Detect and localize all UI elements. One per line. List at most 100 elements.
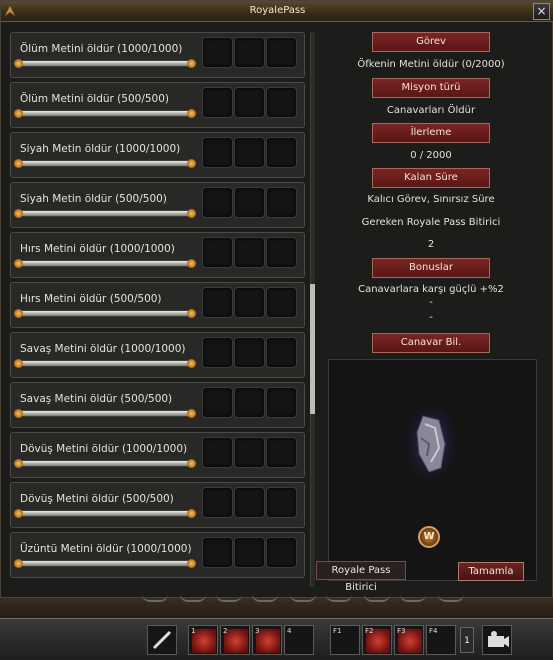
slot-key-3: 3 bbox=[255, 627, 260, 635]
w-emblem-icon[interactable]: W bbox=[418, 526, 440, 548]
reward-slot[interactable] bbox=[234, 137, 265, 168]
bonuslar-header: Bonuslar bbox=[372, 258, 490, 278]
reward-slot[interactable] bbox=[202, 387, 233, 418]
quest-progress-bar bbox=[14, 59, 196, 68]
reward-slot[interactable] bbox=[266, 487, 297, 518]
quickslot-3[interactable]: 3 bbox=[252, 625, 282, 655]
close-button[interactable]: × bbox=[533, 3, 550, 20]
progress-cap-icon bbox=[187, 59, 196, 68]
reward-slot[interactable] bbox=[234, 437, 265, 468]
progress-cap-icon bbox=[187, 209, 196, 218]
reward-slot[interactable] bbox=[234, 337, 265, 368]
quickslot-page-number[interactable]: 1 bbox=[460, 627, 474, 653]
royalepass-window: RoyalePass × Ölüm Metini öldür (1000/100… bbox=[0, 0, 553, 598]
reward-slot[interactable] bbox=[234, 487, 265, 518]
quest-item[interactable]: Üzüntü Metini öldür (1000/1000) bbox=[10, 532, 305, 578]
bonus-2: - bbox=[429, 297, 433, 308]
quest-progress-bar bbox=[14, 359, 196, 368]
taskbar: 1 2 3 4 F1 F2 F3 F4 1 bbox=[0, 618, 553, 660]
camera-icon bbox=[488, 631, 509, 647]
slot-key-2: 2 bbox=[223, 627, 228, 635]
reward-slot[interactable] bbox=[234, 387, 265, 418]
reward-slot[interactable] bbox=[234, 37, 265, 68]
reward-slot[interactable] bbox=[202, 187, 233, 218]
quickslot-f1[interactable]: F1 bbox=[330, 625, 360, 655]
reward-slot[interactable] bbox=[266, 87, 297, 118]
reward-slot[interactable] bbox=[266, 237, 297, 268]
quickslot-tab[interactable] bbox=[290, 594, 316, 602]
progress-cap-icon bbox=[14, 509, 23, 518]
reward-slot[interactable] bbox=[266, 387, 297, 418]
metin-stone-image bbox=[401, 399, 461, 487]
progress-cap-icon bbox=[187, 359, 196, 368]
reward-slot[interactable] bbox=[234, 537, 265, 568]
reward-slot[interactable] bbox=[234, 237, 265, 268]
quest-label: Siyah Metin öldür (1000/1000) bbox=[20, 143, 181, 155]
reward-slot[interactable] bbox=[202, 437, 233, 468]
quest-item[interactable]: Ölüm Metini öldür (500/500) bbox=[10, 82, 305, 128]
reward-slot[interactable] bbox=[234, 87, 265, 118]
reward-slot[interactable] bbox=[202, 37, 233, 68]
reward-slot[interactable] bbox=[266, 287, 297, 318]
progress-cap-icon bbox=[14, 209, 23, 218]
reward-slot[interactable] bbox=[266, 37, 297, 68]
reward-slot[interactable] bbox=[202, 337, 233, 368]
slot-key-f4: F4 bbox=[429, 627, 438, 635]
quickslot-tab[interactable] bbox=[180, 594, 206, 602]
quickslot-f2[interactable]: F2 bbox=[362, 625, 392, 655]
quest-list[interactable]: Ölüm Metini öldür (1000/1000) Ölüm Metini… bbox=[10, 32, 306, 587]
quest-item[interactable]: Savaş Metini öldür (1000/1000) bbox=[10, 332, 305, 378]
quest-item[interactable]: Dövüş Metini öldür (1000/1000) bbox=[10, 432, 305, 478]
quest-item[interactable]: Savaş Metini öldür (500/500) bbox=[10, 382, 305, 428]
quickslot-tab[interactable] bbox=[142, 594, 168, 602]
quest-detail-panel: Görev Öfkenin Metini öldür (0/2000) Misy… bbox=[316, 32, 538, 593]
sword-skill-slot[interactable] bbox=[147, 625, 177, 655]
gereken-value: 2 bbox=[427, 239, 435, 250]
reward-slot[interactable] bbox=[202, 537, 233, 568]
reward-slot[interactable] bbox=[234, 287, 265, 318]
reward-slot[interactable] bbox=[202, 87, 233, 118]
reward-slot[interactable] bbox=[234, 187, 265, 218]
quickslot-tab[interactable] bbox=[438, 594, 464, 602]
reward-slot[interactable] bbox=[266, 437, 297, 468]
canavar-bil-header: Canavar Bil. bbox=[372, 333, 490, 353]
quest-label: Hırs Metini öldür (1000/1000) bbox=[20, 243, 175, 255]
progress-cap-icon bbox=[14, 309, 23, 318]
quickslot-1[interactable]: 1 bbox=[188, 625, 218, 655]
scrollbar-thumb[interactable] bbox=[310, 284, 315, 414]
kalan-sure-value: Kalıcı Görev, Sınırsız Süre bbox=[367, 194, 495, 205]
quickslot-f4[interactable]: F4 bbox=[426, 625, 456, 655]
royale-pass-bitirici-button[interactable]: Royale Pass Bitirici bbox=[316, 561, 406, 593]
quickslot-4[interactable]: 4 bbox=[284, 625, 314, 655]
camera-button[interactable] bbox=[482, 625, 512, 655]
reward-slot[interactable] bbox=[202, 287, 233, 318]
reward-slot[interactable] bbox=[266, 137, 297, 168]
quickslot-f3[interactable]: F3 bbox=[394, 625, 424, 655]
quickslot-2[interactable]: 2 bbox=[220, 625, 250, 655]
progress-cap-icon bbox=[14, 409, 23, 418]
quest-item[interactable]: Siyah Metin öldür (500/500) bbox=[10, 182, 305, 228]
sword-icon bbox=[152, 630, 172, 650]
quest-item[interactable]: Ölüm Metini öldür (1000/1000) bbox=[10, 32, 305, 78]
reward-slot[interactable] bbox=[266, 337, 297, 368]
reward-slot[interactable] bbox=[202, 237, 233, 268]
quickslot-tab[interactable] bbox=[326, 594, 352, 602]
potion-icon bbox=[224, 629, 248, 653]
quest-item[interactable]: Hırs Metini öldür (1000/1000) bbox=[10, 232, 305, 278]
reward-slot[interactable] bbox=[202, 487, 233, 518]
quest-item[interactable]: Dövüş Metini öldür (500/500) bbox=[10, 482, 305, 528]
reward-slot[interactable] bbox=[202, 137, 233, 168]
bonus-1: Canavarlara karşı güçlü +%2 bbox=[358, 284, 504, 295]
quickslot-tab[interactable] bbox=[364, 594, 390, 602]
tamamla-button[interactable]: Tamamla bbox=[458, 562, 524, 581]
quickslot-tab[interactable] bbox=[400, 594, 426, 602]
quest-item[interactable]: Hırs Metini öldür (500/500) bbox=[10, 282, 305, 328]
reward-slot[interactable] bbox=[266, 537, 297, 568]
progress-cap-icon bbox=[14, 459, 23, 468]
quickslot-tab[interactable] bbox=[216, 594, 242, 602]
title-bar[interactable]: RoyalePass × bbox=[1, 1, 553, 22]
quest-label: Ölüm Metini öldür (500/500) bbox=[20, 93, 169, 105]
reward-slot[interactable] bbox=[266, 187, 297, 218]
quickslot-tab[interactable] bbox=[252, 594, 278, 602]
quest-item[interactable]: Siyah Metin öldür (1000/1000) bbox=[10, 132, 305, 178]
